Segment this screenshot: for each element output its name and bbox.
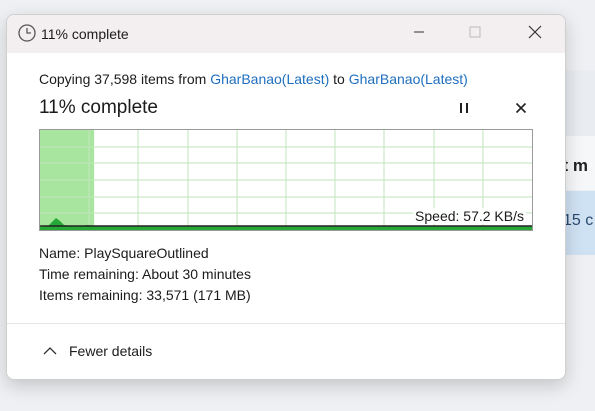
maximize-icon: [469, 25, 481, 43]
detail-time-value: About 30 minutes: [141, 266, 251, 282]
fewer-details-label: Fewer details: [69, 343, 153, 359]
stop-button[interactable]: [508, 99, 534, 121]
window-title: 11% complete: [41, 26, 129, 42]
detail-items-label: Items remaining:: [39, 287, 143, 303]
speed-readout: Speed: 57.2 KB/s: [413, 208, 526, 224]
background-row-text: 15 c: [563, 212, 594, 229]
chevron-up-icon: [43, 343, 57, 359]
close-button[interactable]: [507, 15, 563, 53]
detail-name: Name: PlaySquareOutlined: [39, 245, 209, 261]
progress-title: 11% complete: [39, 97, 158, 118]
detail-items-remaining: Items remaining: 33,571 (171 MB): [39, 287, 251, 303]
detail-name-label: Name:: [39, 245, 81, 261]
detail-time-label: Time remaining:: [39, 266, 139, 282]
close-icon: [515, 101, 527, 119]
destination-folder-link[interactable]: GharBanao(Latest): [349, 71, 468, 87]
pause-icon: [458, 101, 470, 119]
progress-speed-graph: Speed: 57.2 KB/s: [39, 129, 533, 231]
clock-icon: [17, 23, 37, 43]
minimize-button[interactable]: [391, 15, 447, 53]
source-folder-link[interactable]: GharBanao(Latest): [210, 71, 329, 87]
maximize-button[interactable]: [447, 15, 503, 53]
detail-time-remaining: Time remaining: About 30 minutes: [39, 266, 251, 282]
copy-prefix: Copying 37,598 items from: [39, 71, 211, 87]
detail-items-value: 33,571 (171 MB): [146, 287, 251, 303]
pause-button[interactable]: [451, 99, 477, 121]
fewer-details-button[interactable]: Fewer details: [43, 343, 152, 359]
copy-summary: Copying 37,598 items from GharBanao(Late…: [39, 71, 468, 87]
file-copy-dialog: 11% complete Copying 37,598 items from G…: [6, 14, 566, 380]
minimize-icon: [413, 25, 425, 43]
close-icon: [528, 25, 542, 44]
footer-divider: [7, 323, 565, 324]
detail-name-value: PlaySquareOutlined: [84, 245, 209, 261]
copy-joiner: to: [329, 71, 349, 87]
title-bar[interactable]: 11% complete: [7, 15, 565, 53]
